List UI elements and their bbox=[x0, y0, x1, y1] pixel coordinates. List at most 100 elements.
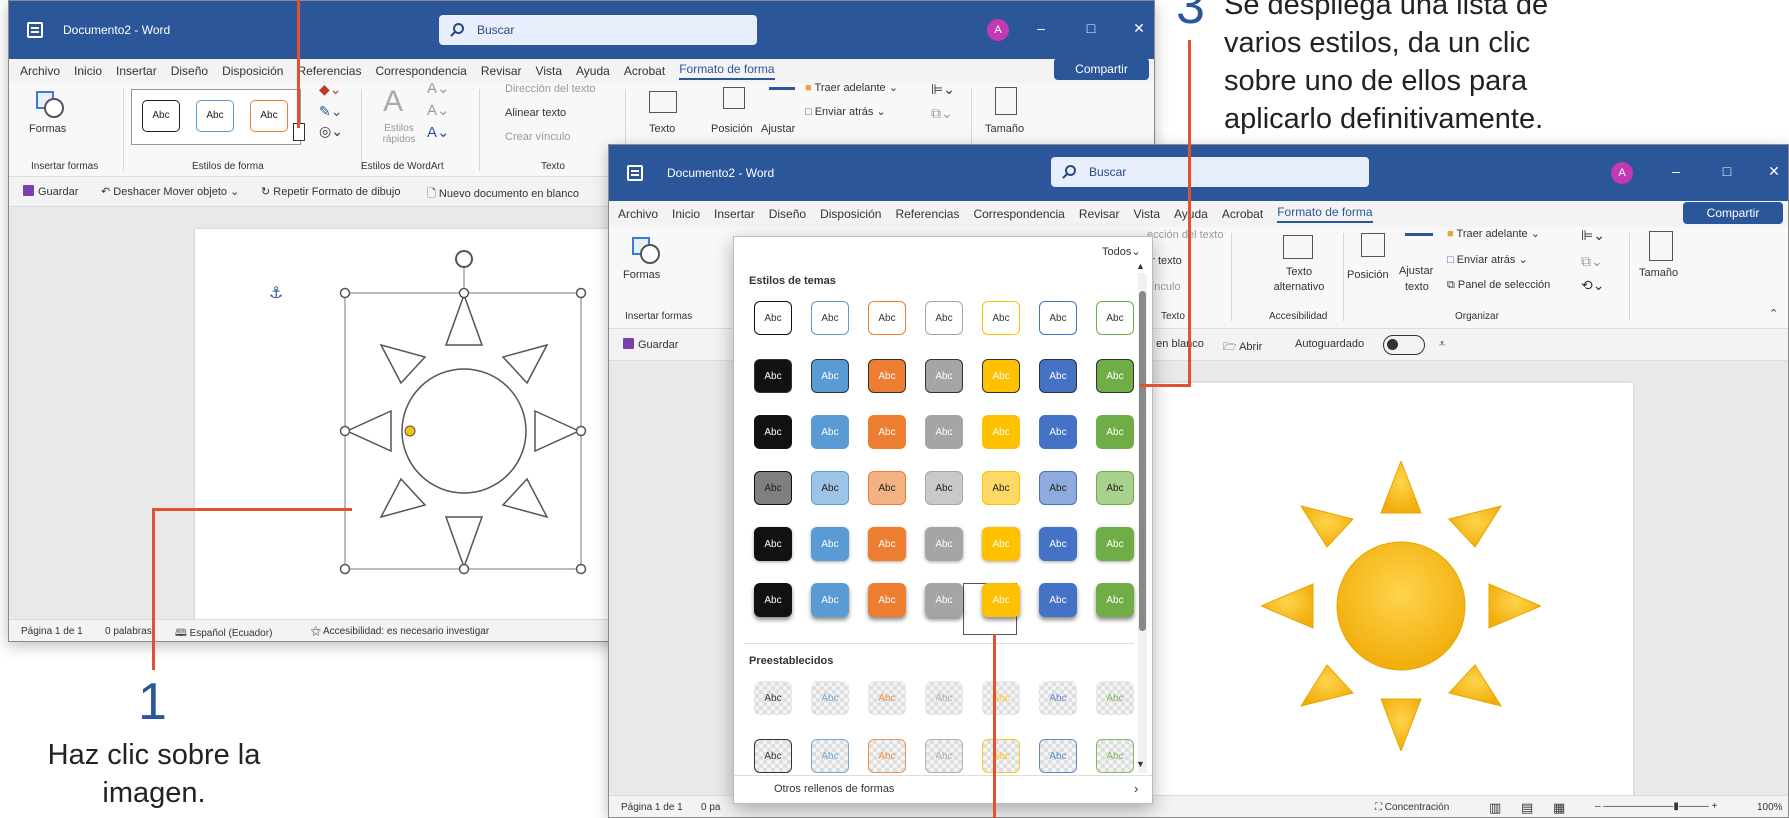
fill-icon[interactable]: ◆⌄ bbox=[319, 81, 342, 98]
scroll-thumb[interactable] bbox=[1139, 291, 1146, 631]
text-fill-icon[interactable]: A⌄ bbox=[427, 79, 450, 97]
size-icon[interactable] bbox=[1649, 231, 1673, 261]
style-swatch-r4-c6[interactable]: Abc bbox=[1039, 471, 1077, 505]
collapse-ribbon-icon[interactable]: ⌃ bbox=[1769, 307, 1778, 320]
repetir-button[interactable]: ↻ Repetir Formato de dibujo bbox=[261, 185, 400, 198]
estilos-rapidos-label[interactable]: Estilos rápidos bbox=[379, 123, 419, 145]
shape-style-2[interactable]: Abc bbox=[196, 100, 234, 132]
position-icon[interactable] bbox=[723, 87, 745, 109]
style-swatch-r1-c4[interactable]: Abc bbox=[925, 301, 963, 335]
style-swatch-r2-c2[interactable]: Abc bbox=[811, 359, 849, 393]
menu-diseno[interactable]: Diseño bbox=[769, 207, 806, 221]
enviar-atras-button[interactable]: □ Enviar atrás ⌄ bbox=[805, 105, 886, 118]
guardar-button[interactable]: Guardar bbox=[623, 338, 678, 351]
style-swatch-r3-c4[interactable]: Abc bbox=[925, 415, 963, 449]
language[interactable]: 🕮 Español (Ecuador) bbox=[175, 626, 272, 641]
menu-acrobat[interactable]: Acrobat bbox=[1222, 207, 1263, 221]
effects-icon[interactable]: ◎⌄ bbox=[319, 123, 343, 140]
style-swatch-r1-c2[interactable]: Abc bbox=[811, 301, 849, 335]
size-icon[interactable] bbox=[995, 87, 1017, 115]
style-swatch-r2-c1[interactable]: Abc bbox=[754, 359, 792, 393]
preset-swatch-r2-c2[interactable]: Abc bbox=[811, 739, 849, 773]
style-swatch-r4-c1[interactable]: Abc bbox=[754, 471, 792, 505]
menu-revisar[interactable]: Revisar bbox=[481, 64, 522, 78]
scrollbar[interactable] bbox=[1138, 273, 1147, 773]
sun-shape-styled[interactable] bbox=[1261, 461, 1541, 751]
preset-swatch-r2-c4[interactable]: Abc bbox=[925, 739, 963, 773]
style-swatch-r4-c4[interactable]: Abc bbox=[925, 471, 963, 505]
nuevo-documento-button[interactable]: o en blanco bbox=[1147, 338, 1204, 350]
ajustar-texto-label[interactable]: texto bbox=[1405, 281, 1429, 293]
focus-mode-button[interactable]: ⛶ Concentración bbox=[1375, 802, 1449, 813]
submenu-chevron-icon[interactable]: › bbox=[1134, 781, 1138, 796]
close-button[interactable]: ✕ bbox=[1124, 20, 1154, 37]
panel-seleccion-button[interactable]: ⧉ Panel de selección bbox=[1447, 279, 1550, 292]
menu-inicio[interactable]: Inicio bbox=[672, 207, 700, 221]
avatar[interactable]: A bbox=[1611, 162, 1633, 184]
word-count[interactable]: 0 palabras bbox=[105, 626, 152, 637]
abrir-button[interactable]: 🗁 Abrir bbox=[1223, 338, 1262, 357]
preset-swatch-r1-c3[interactable]: Abc bbox=[868, 681, 906, 715]
preset-swatch-r1-c1[interactable]: Abc bbox=[754, 681, 792, 715]
otros-rellenos-button[interactable]: Otros rellenos de formas bbox=[774, 783, 894, 795]
text-effects-icon[interactable]: A⌄ bbox=[427, 123, 450, 141]
alinear-texto-button[interactable]: Alinear texto bbox=[505, 107, 566, 119]
style-swatch-r3-c5[interactable]: Abc bbox=[982, 415, 1020, 449]
search-box[interactable]: Buscar bbox=[1051, 157, 1369, 187]
tamano-button[interactable]: Tamaño bbox=[1639, 267, 1678, 279]
style-swatch-r3-c1[interactable]: Abc bbox=[754, 415, 792, 449]
group-icon[interactable]: ⧉⌄ bbox=[931, 105, 953, 122]
shape-style-1[interactable]: Abc bbox=[142, 100, 180, 132]
close-button[interactable]: ✕ bbox=[1759, 163, 1788, 180]
web-layout-icon[interactable]: ▦ bbox=[1553, 800, 1565, 816]
customize-qat-icon[interactable]: ⩡ bbox=[1439, 338, 1445, 351]
menu-vista[interactable]: Vista bbox=[536, 64, 562, 78]
scroll-up-icon[interactable]: ▲ bbox=[1136, 261, 1145, 271]
maximize-button[interactable]: □ bbox=[1712, 163, 1742, 179]
style-swatch-r5-c4[interactable]: Abc bbox=[925, 527, 963, 561]
menu-correspondencia[interactable]: Correspondencia bbox=[375, 64, 466, 78]
minimize-button[interactable]: – bbox=[1661, 163, 1691, 179]
style-swatch-r5-c6[interactable]: Abc bbox=[1039, 527, 1077, 561]
texto-alternativo-label[interactable]: Texto bbox=[649, 123, 675, 135]
menu-diseno[interactable]: Diseño bbox=[171, 64, 208, 78]
align-icon[interactable]: ⊫⌄ bbox=[1581, 227, 1605, 244]
menu-ayuda[interactable]: Ayuda bbox=[576, 64, 610, 78]
traer-adelante-button[interactable]: ■ Traer adelante ⌄ bbox=[1447, 227, 1540, 240]
shapes-icon[interactable] bbox=[631, 235, 660, 264]
wrap-text-icon[interactable] bbox=[769, 87, 795, 109]
posicion-button[interactable]: Posición bbox=[711, 123, 753, 135]
style-swatch-r4-c3[interactable]: Abc bbox=[868, 471, 906, 505]
shape-style-3[interactable]: Abc bbox=[250, 100, 288, 132]
style-swatch-r6-c3[interactable]: Abc bbox=[868, 583, 906, 617]
style-swatch-r5-c1[interactable]: Abc bbox=[754, 527, 792, 561]
sun-shape-outline[interactable] bbox=[329, 245, 599, 605]
formas-label[interactable]: Formas bbox=[29, 123, 66, 135]
preset-swatch-r2-c7[interactable]: Abc bbox=[1096, 739, 1134, 773]
menu-referencias[interactable]: Referencias bbox=[895, 207, 959, 221]
deshacer-button[interactable]: ↶ Deshacer Mover objeto ⌄ bbox=[101, 185, 239, 198]
formas-label[interactable]: Formas bbox=[623, 269, 660, 281]
scroll-down-icon[interactable]: ▼ bbox=[1136, 759, 1145, 769]
filter-dropdown[interactable]: Todos⌄ bbox=[1102, 245, 1141, 258]
menu-insertar[interactable]: Insertar bbox=[116, 64, 157, 78]
posicion-button[interactable]: Posición bbox=[1347, 269, 1389, 281]
style-swatch-r6-c4[interactable]: Abc bbox=[925, 583, 963, 617]
word-count[interactable]: 0 pa bbox=[701, 802, 720, 813]
style-swatch-r3-c7[interactable]: Abc bbox=[1096, 415, 1134, 449]
style-swatch-r2-c7[interactable]: Abc bbox=[1096, 359, 1134, 393]
style-swatch-r5-c2[interactable]: Abc bbox=[811, 527, 849, 561]
menu-archivo[interactable]: Archivo bbox=[20, 64, 60, 78]
print-layout-icon[interactable]: ▤ bbox=[1521, 800, 1533, 816]
share-button[interactable]: Compartir bbox=[1054, 58, 1149, 80]
style-swatch-r6-c1[interactable]: Abc bbox=[754, 583, 792, 617]
preset-swatch-r1-c2[interactable]: Abc bbox=[811, 681, 849, 715]
preset-swatch-r2-c6[interactable]: Abc bbox=[1039, 739, 1077, 773]
style-swatch-r1-c1[interactable]: Abc bbox=[754, 301, 792, 335]
tamano-button[interactable]: Tamaño bbox=[985, 123, 1024, 135]
text-outline-icon[interactable]: A⌄ bbox=[427, 101, 450, 119]
minimize-button[interactable]: – bbox=[1026, 20, 1056, 36]
direccion-texto-button[interactable]: ección del texto bbox=[1147, 229, 1223, 241]
preset-swatch-r1-c7[interactable]: Abc bbox=[1096, 681, 1134, 715]
style-swatch-r6-c5[interactable]: Abc bbox=[982, 583, 1020, 617]
